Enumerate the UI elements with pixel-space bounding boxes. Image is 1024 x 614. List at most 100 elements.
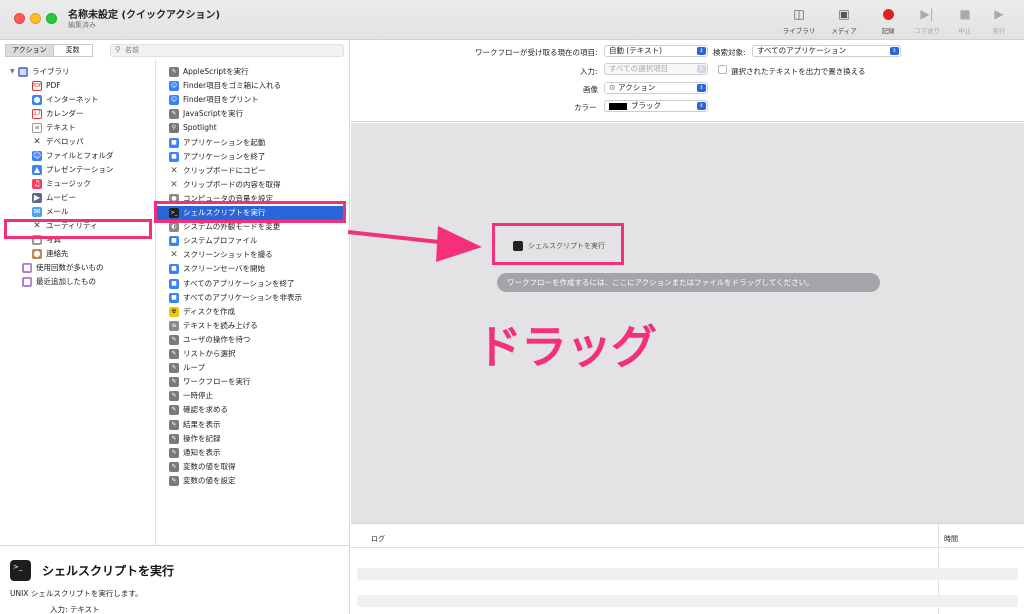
tab-variables[interactable]: 変数 xyxy=(53,44,93,57)
library-item-mail[interactable]: ✉ メール xyxy=(32,205,69,219)
action-item[interactable]: ✎ 操作を記録 xyxy=(169,432,344,446)
chevron-updown-icon: ⇕ xyxy=(697,84,706,92)
system-icon: ■ xyxy=(169,236,179,247)
replace-text-checkbox[interactable] xyxy=(718,65,727,74)
action-item[interactable]: ✎ 一時停止 xyxy=(169,389,344,403)
action-item[interactable]: ✕ クリップボードの内容を取得 xyxy=(169,178,344,192)
smart-folder-icon: ■ xyxy=(22,277,32,287)
log-header: ログ 時間 xyxy=(351,524,1024,548)
window-subtitle: 編集済み xyxy=(68,21,96,29)
action-item[interactable]: ✎ AppleScriptを実行 xyxy=(169,65,344,79)
search-field[interactable]: ⚲ xyxy=(110,44,344,57)
window-title: 名称未設定 (クイックアクション) xyxy=(68,10,221,21)
action-item[interactable]: ✎ JavaScriptを実行 xyxy=(169,107,344,121)
image-label: 画像 xyxy=(583,85,598,94)
action-item[interactable]: ✎ 確認を求める xyxy=(169,403,344,417)
minimize-window-button[interactable] xyxy=(30,13,41,24)
tab-actions[interactable]: アクション xyxy=(5,44,54,57)
library-item-presentation[interactable]: ▲ プレゼンテーション xyxy=(32,163,113,177)
library-item-internet[interactable]: ● インターネット xyxy=(32,93,99,107)
action-description-panel: >_ シェルスクリプトを実行 UNIX シェルスクリプトを実行します。 入力: … xyxy=(0,545,350,614)
action-item[interactable]: ✎ ループ xyxy=(169,361,344,375)
app-icon: ■ xyxy=(169,292,179,303)
action-item[interactable]: ■ システムプロファイル xyxy=(169,234,344,248)
smart-folder-label: 使用回数が多いもの xyxy=(36,263,104,272)
zoom-window-button[interactable] xyxy=(46,13,57,24)
action-item[interactable]: ✎ ワークフローを実行 xyxy=(169,375,344,389)
action-item[interactable]: ✎ リストから選択 xyxy=(169,347,344,361)
action-item[interactable]: ✎ 変数の値を設定 xyxy=(169,474,344,488)
action-item-label: クリップボードの内容を取得 xyxy=(183,179,281,189)
smart-folder-recent[interactable]: ■ 最近追加したもの xyxy=(22,275,96,289)
action-item-label: すべてのアプリケーションを終了 xyxy=(183,278,295,288)
close-window-button[interactable] xyxy=(14,13,25,24)
color-swatch xyxy=(609,102,627,110)
action-item[interactable]: ☺ Finder項目をゴミ箱に入れる xyxy=(169,79,344,93)
library-item-text[interactable]: ≡ テキスト xyxy=(32,121,76,135)
dragged-action: シェルスクリプトを実行 xyxy=(513,241,605,251)
image-value: アクション xyxy=(618,83,656,92)
script-icon: ✎ xyxy=(169,433,179,444)
movie-icon: ▶ xyxy=(32,193,42,203)
library-root[interactable]: ▼ ▦ ライブラリ xyxy=(10,65,70,79)
action-item[interactable]: ✕ スクリーンショットを撮る xyxy=(169,248,344,262)
action-item[interactable]: ■ アプリケーションを起動 xyxy=(169,136,344,150)
library-item-music[interactable]: ♫ ミュージック xyxy=(32,177,91,191)
library-button[interactable]: ◫ ライブラリ xyxy=(779,6,819,35)
library-item-contacts[interactable]: ● 連絡先 xyxy=(32,247,69,261)
disclosure-triangle-icon[interactable]: ▼ xyxy=(10,65,18,79)
time-column-header[interactable]: 時間 xyxy=(944,534,958,544)
action-item[interactable]: ✎ 結果を表示 xyxy=(169,418,344,432)
text-icon: ≡ xyxy=(169,320,179,331)
dragged-action-label: シェルスクリプトを実行 xyxy=(528,242,605,250)
action-item[interactable]: ✎ 通知を表示 xyxy=(169,446,344,460)
smart-folder-most-used[interactable]: ■ 使用回数が多いもの xyxy=(22,261,104,275)
image-select[interactable]: ⚙ アクション ⇕ xyxy=(604,82,708,94)
script-icon: ✎ xyxy=(169,109,179,120)
chevron-updown-icon: ⇕ xyxy=(697,65,706,73)
search-icon: ⚲ xyxy=(115,45,121,54)
action-item-label: ディスクを作成 xyxy=(183,306,235,316)
action-item-label: 変数の値を取得 xyxy=(183,461,236,471)
action-item-label: 通知を表示 xyxy=(183,447,221,457)
log-column-header[interactable]: ログ xyxy=(371,534,385,544)
step-button[interactable]: ▶| コマ送り xyxy=(907,6,947,35)
action-item[interactable]: ≡ テキストを読み上げる xyxy=(169,319,344,333)
media-button[interactable]: ▣ メディア xyxy=(824,6,864,35)
action-item-label: ワークフローを実行 xyxy=(183,377,251,387)
run-button[interactable]: ▶ 実行 xyxy=(979,6,1019,35)
record-button[interactable]: 記録 xyxy=(868,6,908,35)
action-item[interactable]: ☺ Finder項目をプリント xyxy=(169,93,344,107)
input-select[interactable]: すべての選択項目 ⇕ xyxy=(604,63,708,75)
action-item[interactable]: ■ アプリケーションを終了 xyxy=(169,150,344,164)
action-item[interactable]: ✎ 変数の値を取得 xyxy=(169,460,344,474)
action-item[interactable]: ☢ ディスクを作成 xyxy=(169,305,344,319)
description-text: UNIX シェルスクリプトを実行します。 xyxy=(10,589,143,598)
action-item[interactable]: ✎ ユーザの操作を待つ xyxy=(169,333,344,347)
color-select[interactable]: ブラック ⇕ xyxy=(604,100,708,112)
library-folder-icon: ▦ xyxy=(18,67,28,77)
tools-icon: ✕ xyxy=(170,165,178,176)
mail-icon: ✉ xyxy=(32,207,42,217)
library-item-developer[interactable]: ✕ デベロッパ xyxy=(32,135,83,149)
search-input[interactable] xyxy=(125,46,325,54)
search-target-select[interactable]: すべてのアプリケーション ⇕ xyxy=(752,45,901,57)
library-item-movies[interactable]: ▶ ムービー xyxy=(32,191,76,205)
tools-icon: ✕ xyxy=(170,179,178,190)
action-item[interactable]: ✕ クリップボードにコピー xyxy=(169,164,344,178)
smart-folder-icon: ■ xyxy=(22,263,32,273)
action-item[interactable]: ■ すべてのアプリケーションを非表示 xyxy=(169,291,344,305)
receives-select[interactable]: 自動 (テキスト) ⇕ xyxy=(604,45,708,57)
action-item[interactable]: ■ スクリーンセーバを開始 xyxy=(169,262,344,276)
library-item-files[interactable]: ☺ ファイルとフォルダ xyxy=(32,149,114,163)
step-label: コマ送り xyxy=(914,27,940,35)
library-item-pdf[interactable]: PDF PDF xyxy=(32,79,61,93)
log-row xyxy=(357,595,1018,607)
script-icon: ✎ xyxy=(169,363,179,374)
library-item-calendar[interactable]: 17 カレンダー xyxy=(32,107,84,121)
workflow-drop-area[interactable]: シェルスクリプトを実行 ワークフローを作成するには、ここにアクションまたはファイ… xyxy=(351,123,1024,523)
library-item-label: テキスト xyxy=(46,123,76,132)
run-icon: ▶ xyxy=(994,7,1004,21)
action-item[interactable]: ⚲ Spotlight xyxy=(169,121,344,135)
action-item[interactable]: ■ すべてのアプリケーションを終了 xyxy=(169,277,344,291)
